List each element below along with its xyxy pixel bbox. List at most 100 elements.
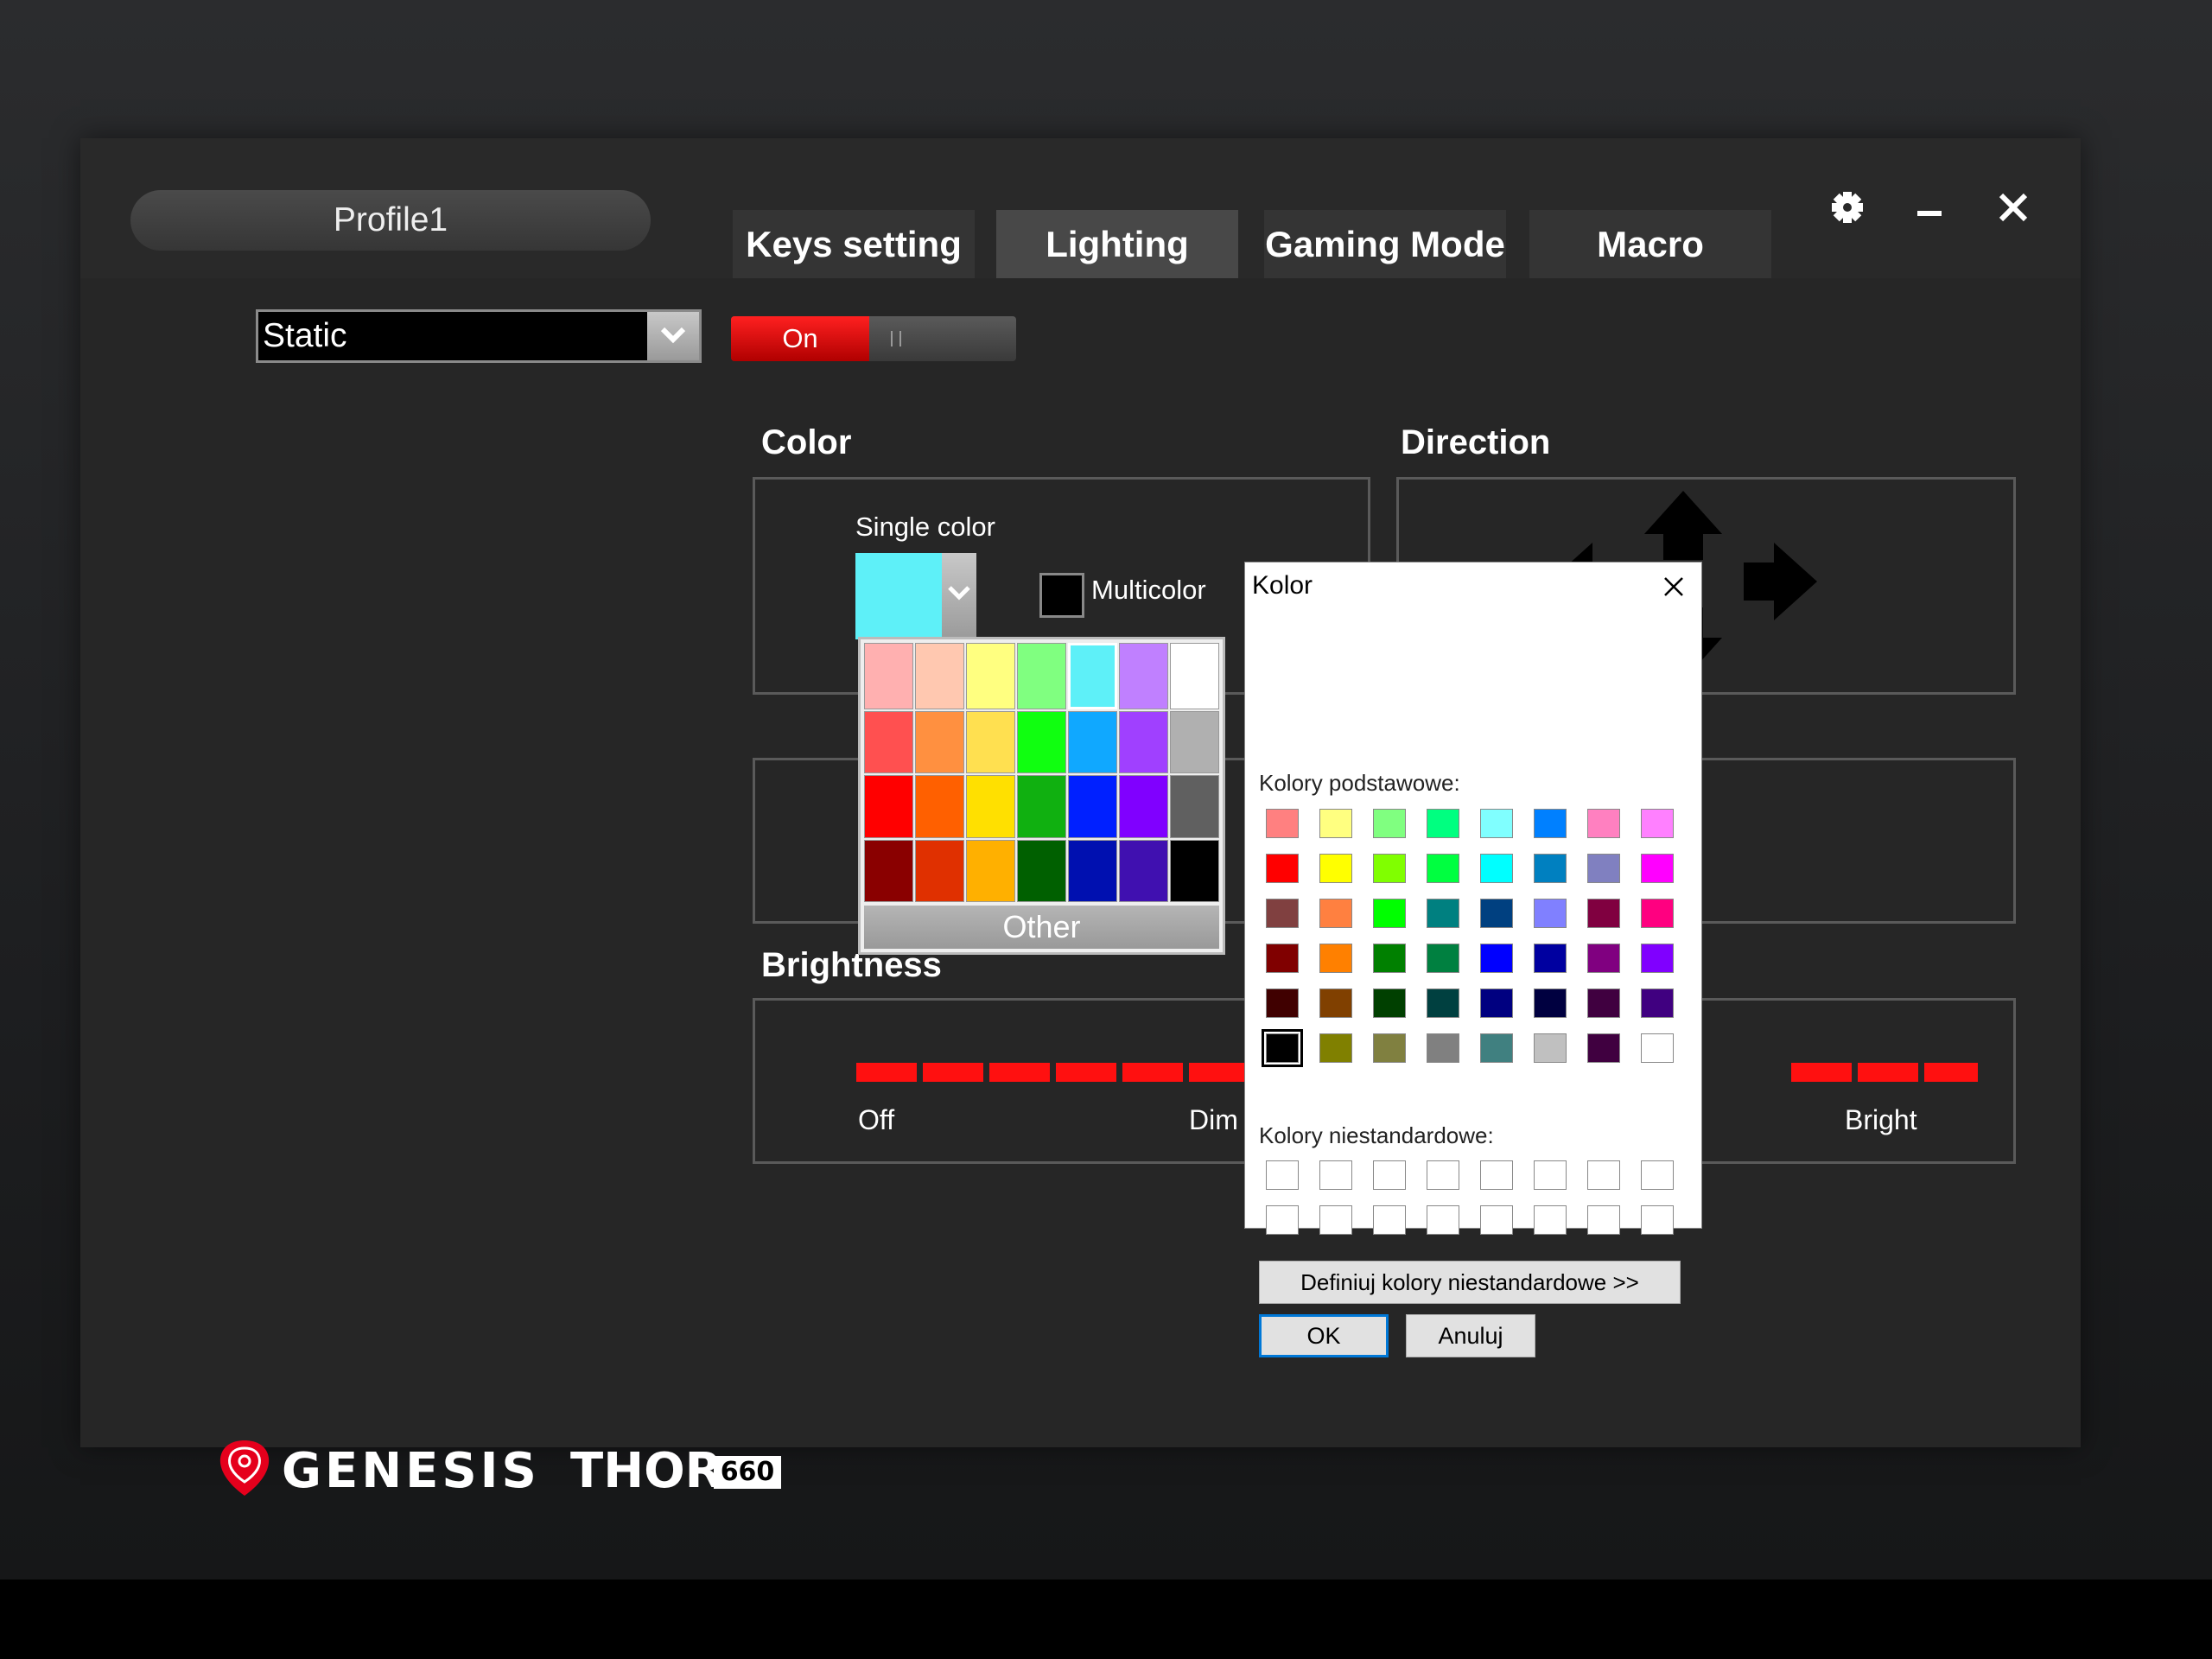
palette-swatch[interactable] xyxy=(966,839,1015,902)
basic-color-swatch[interactable] xyxy=(1266,854,1299,883)
chevron-down-icon[interactable] xyxy=(647,312,699,360)
custom-color-slot[interactable] xyxy=(1373,1205,1406,1235)
palette-swatch[interactable] xyxy=(966,775,1015,838)
basic-color-swatch[interactable] xyxy=(1373,944,1406,973)
custom-color-slot[interactable] xyxy=(1427,1160,1459,1190)
custom-color-slot[interactable] xyxy=(1266,1205,1299,1235)
custom-color-slot[interactable] xyxy=(1373,1160,1406,1190)
palette-swatch[interactable] xyxy=(864,839,913,902)
basic-color-swatch[interactable] xyxy=(1480,944,1513,973)
palette-swatch[interactable] xyxy=(864,643,913,709)
custom-color-slot[interactable] xyxy=(1480,1205,1513,1235)
basic-color-swatch[interactable] xyxy=(1319,944,1352,973)
palette-swatch[interactable] xyxy=(915,775,964,838)
basic-color-swatch[interactable] xyxy=(1534,1033,1567,1063)
palette-swatch[interactable] xyxy=(1068,710,1117,773)
custom-color-slot[interactable] xyxy=(1266,1160,1299,1190)
custom-color-slot[interactable] xyxy=(1641,1205,1674,1235)
basic-color-swatch[interactable] xyxy=(1587,988,1620,1018)
basic-color-swatch[interactable] xyxy=(1534,899,1567,928)
basic-color-swatch[interactable] xyxy=(1319,809,1352,838)
palette-swatch[interactable] xyxy=(1170,710,1219,773)
palette-swatch[interactable] xyxy=(1068,839,1117,902)
basic-color-swatch[interactable] xyxy=(1534,944,1567,973)
basic-color-swatch[interactable] xyxy=(1427,988,1459,1018)
basic-color-swatch[interactable] xyxy=(1319,1033,1352,1063)
profile-selector[interactable]: Profile1 xyxy=(130,190,651,251)
palette-swatch[interactable] xyxy=(1017,643,1066,709)
palette-swatch[interactable] xyxy=(864,775,913,838)
custom-color-slot[interactable] xyxy=(1641,1160,1674,1190)
palette-swatch[interactable] xyxy=(864,710,913,773)
palette-swatch[interactable] xyxy=(1119,839,1168,902)
tab-macro[interactable]: Macro xyxy=(1529,210,1771,278)
palette-swatch[interactable] xyxy=(915,643,964,709)
ok-button[interactable]: OK xyxy=(1259,1314,1389,1357)
basic-color-swatch[interactable] xyxy=(1534,809,1567,838)
minimize-icon[interactable] xyxy=(1904,181,1955,233)
basic-color-swatch[interactable] xyxy=(1641,1033,1674,1063)
basic-color-swatch[interactable] xyxy=(1319,899,1352,928)
palette-swatch[interactable] xyxy=(1119,710,1168,773)
palette-swatch[interactable] xyxy=(915,839,964,902)
brightness-segment[interactable] xyxy=(1189,1063,1249,1082)
brightness-segment[interactable] xyxy=(1122,1063,1183,1082)
brightness-segment[interactable] xyxy=(923,1063,983,1082)
single-color-picker[interactable] xyxy=(855,553,976,639)
basic-color-swatch[interactable] xyxy=(1266,988,1299,1018)
palette-swatch[interactable] xyxy=(1017,710,1066,773)
custom-color-slot[interactable] xyxy=(1534,1205,1567,1235)
palette-swatch[interactable] xyxy=(915,710,964,773)
custom-color-slot[interactable] xyxy=(1587,1160,1620,1190)
palette-swatch[interactable] xyxy=(1170,643,1219,709)
palette-swatch[interactable] xyxy=(966,710,1015,773)
basic-color-swatch[interactable] xyxy=(1373,899,1406,928)
basic-color-swatch[interactable] xyxy=(1587,1033,1620,1063)
basic-color-swatch[interactable] xyxy=(1373,809,1406,838)
basic-color-swatch[interactable] xyxy=(1534,988,1567,1018)
basic-color-swatch[interactable] xyxy=(1480,854,1513,883)
basic-color-swatch[interactable] xyxy=(1587,854,1620,883)
basic-color-swatch[interactable] xyxy=(1266,944,1299,973)
basic-color-swatch[interactable] xyxy=(1427,944,1459,973)
tab-keys-setting[interactable]: Keys setting xyxy=(733,210,975,278)
brightness-segment[interactable] xyxy=(1924,1063,1978,1082)
basic-color-swatch[interactable] xyxy=(1480,988,1513,1018)
basic-color-swatch[interactable] xyxy=(1373,1033,1406,1063)
brightness-segment[interactable] xyxy=(989,1063,1050,1082)
custom-color-slot[interactable] xyxy=(1319,1205,1352,1235)
basic-color-swatch[interactable] xyxy=(1373,988,1406,1018)
palette-swatch[interactable] xyxy=(1119,643,1168,709)
palette-swatch[interactable] xyxy=(1068,775,1117,838)
brightness-segment[interactable] xyxy=(856,1063,917,1082)
palette-swatch[interactable] xyxy=(1068,643,1117,709)
define-custom-colors-button[interactable]: Definiuj kolory niestandardowe >> xyxy=(1259,1261,1681,1304)
gear-icon[interactable] xyxy=(1821,181,1873,233)
basic-color-swatch[interactable] xyxy=(1480,899,1513,928)
basic-color-swatch[interactable] xyxy=(1480,1033,1513,1063)
basic-color-swatch[interactable] xyxy=(1480,809,1513,838)
basic-color-swatch[interactable] xyxy=(1373,854,1406,883)
palette-swatch[interactable] xyxy=(1170,839,1219,902)
palette-swatch[interactable] xyxy=(1119,775,1168,838)
other-color-button[interactable]: Other xyxy=(864,906,1219,949)
basic-color-swatch[interactable] xyxy=(1427,1033,1459,1063)
chevron-down-icon[interactable] xyxy=(942,553,976,639)
basic-color-swatch[interactable] xyxy=(1427,809,1459,838)
basic-color-swatch[interactable] xyxy=(1319,988,1352,1018)
lighting-mode-select[interactable]: Static xyxy=(256,309,702,363)
brightness-segment[interactable] xyxy=(1791,1063,1852,1082)
basic-color-swatch[interactable] xyxy=(1319,854,1352,883)
basic-color-swatch[interactable] xyxy=(1587,809,1620,838)
close-icon[interactable] xyxy=(1987,181,2039,233)
basic-color-swatch[interactable] xyxy=(1262,1029,1303,1067)
close-icon[interactable] xyxy=(1658,571,1689,602)
palette-swatch[interactable] xyxy=(1017,775,1066,838)
custom-color-slot[interactable] xyxy=(1587,1205,1620,1235)
basic-color-swatch[interactable] xyxy=(1266,809,1299,838)
basic-color-swatch[interactable] xyxy=(1534,854,1567,883)
basic-color-swatch[interactable] xyxy=(1641,809,1674,838)
lighting-toggle[interactable]: On xyxy=(731,316,1016,361)
basic-color-swatch[interactable] xyxy=(1641,988,1674,1018)
brightness-segment[interactable] xyxy=(1056,1063,1116,1082)
